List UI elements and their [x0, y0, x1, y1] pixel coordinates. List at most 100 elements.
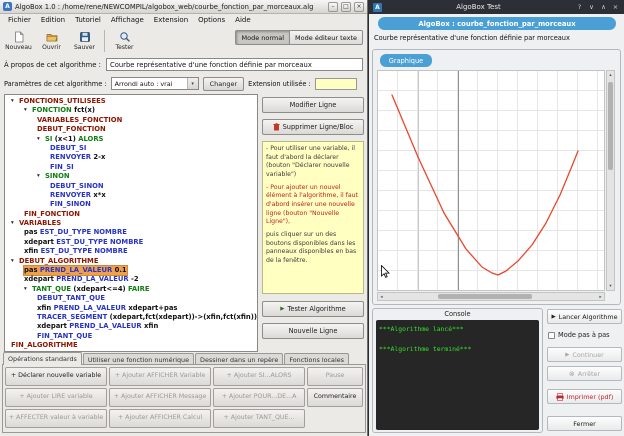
tree-row[interactable]: xdepart PREND_LA_VALEUR xfin: [7, 322, 257, 331]
vertical-scrollbar[interactable]: ▴ ▾: [606, 70, 615, 291]
tree-row[interactable]: DEBUT_TANT_QUE: [7, 294, 257, 303]
expander-icon[interactable]: ▾: [11, 219, 19, 228]
left-titlebar[interactable]: A AlgoBox 1.0 : /home/rene/NEWCOMPIL/alg…: [0, 0, 367, 14]
tree-token: ALORS: [78, 135, 103, 143]
about-input[interactable]: [106, 58, 363, 71]
mode-text-editor-button[interactable]: Mode éditeur texte: [290, 30, 363, 45]
tree-row[interactable]: xfin EST_DU_TYPE NOMBRE: [7, 247, 257, 256]
horizontal-scrollbar[interactable]: ◂ ▸: [377, 292, 605, 301]
tree-row[interactable]: ▾DEBUT_ALGORITHME: [7, 257, 257, 266]
grid-button[interactable]: + Ajouter LIRE variable: [5, 388, 107, 407]
print-pdf-button[interactable]: Imprimer (pdf): [547, 389, 622, 404]
step-mode-checkbox[interactable]: [548, 332, 555, 339]
algorithm-tree[interactable]: ▾FONCTIONS_UTILISEES▾FONCTION fct(x)VARI…: [4, 94, 258, 352]
grid-button[interactable]: + Ajouter AFFICHER Message: [109, 388, 211, 407]
tree-row[interactable]: xdepart EST_DU_TYPE NOMBRE: [7, 238, 257, 247]
tree-row[interactable]: ▾FONCTIONS_UTILISEES: [7, 97, 257, 106]
expander-icon[interactable]: ▾: [11, 97, 19, 106]
step-mode-row[interactable]: Mode pas à pas: [548, 331, 610, 339]
tree-token: PREND_LA_VALEUR: [54, 304, 129, 312]
tree-row[interactable]: DEBUT_SI: [7, 144, 257, 153]
tree-row[interactable]: xfin PREND_LA_VALEUR xdepart+pas: [7, 304, 257, 313]
scroll-up-icon[interactable]: ▴: [607, 71, 614, 79]
delete-line-button[interactable]: Supprimer Ligne/Bloc: [262, 119, 364, 135]
tree-row[interactable]: RENVOYER 2-x: [7, 153, 257, 162]
grid-button[interactable]: + Ajouter SI...ALORS: [213, 367, 305, 386]
menu-item-fichier[interactable]: Fichier: [3, 16, 36, 24]
tree-row[interactable]: FIN_SINON: [7, 200, 257, 209]
tree-row[interactable]: TRACER_SEGMENT (xdepart,fct(xdepart))->(…: [7, 313, 257, 322]
tree-row[interactable]: ▾SI (x<1) ALORS: [7, 135, 257, 144]
save-button[interactable]: Sauver: [68, 28, 101, 54]
graph-tab[interactable]: Graphique: [380, 54, 432, 67]
expander-icon[interactable]: ▾: [37, 172, 45, 181]
close-test-button[interactable]: Fermer: [547, 416, 622, 431]
tree-row[interactable]: ▾FONCTION fct(x): [7, 106, 257, 115]
tree-row[interactable]: ▾SINON: [7, 172, 257, 181]
grid-button[interactable]: + Ajouter TANT_QUE...: [213, 409, 305, 428]
close-icon[interactable]: ×: [354, 2, 364, 12]
expander-icon[interactable]: ▾: [24, 285, 32, 294]
tree-row[interactable]: FIN_TANT_QUE: [7, 332, 257, 341]
graph-canvas[interactable]: [377, 70, 605, 291]
tree-row[interactable]: ▾VARIABLES: [7, 219, 257, 228]
console-title: Console: [373, 310, 542, 318]
menu-item-tutoriel[interactable]: Tutoriel: [70, 16, 106, 24]
mode-normal-button[interactable]: Mode normal: [235, 30, 290, 45]
tree-row[interactable]: FIN_ALGORITHME: [7, 341, 257, 350]
test-button[interactable]: Tester: [108, 28, 141, 54]
right-titlebar[interactable]: A AlgoBox Test ? ∨ ∧ ×: [369, 0, 624, 14]
tree-token: x*x: [93, 191, 105, 199]
menu-item-affichage[interactable]: Affichage: [106, 16, 149, 24]
menu-item-extension[interactable]: Extension: [149, 16, 193, 24]
grid-button[interactable]: + Ajouter AFFICHER Variable: [109, 367, 211, 386]
tree-row[interactable]: VARIABLES_FONCTION: [7, 116, 257, 125]
expander-icon[interactable]: ▾: [11, 257, 19, 266]
rounding-combobox[interactable]: Arrondi auto : vrai ▾: [111, 77, 199, 90]
maximize-icon[interactable]: ∧: [599, 3, 608, 11]
tree-row[interactable]: pas EST_DU_TYPE NOMBRE: [7, 228, 257, 237]
tree-row[interactable]: xdepart PREND_LA_VALEUR -2: [7, 275, 257, 284]
tree-row[interactable]: RENVOYER x*x: [7, 191, 257, 200]
tree-row-text: TANT_QUE (xdepart<=4) FAIRE: [32, 285, 150, 294]
grid-button[interactable]: + AFFECTER valeur à variable: [5, 409, 107, 428]
tree-row[interactable]: FIN_FONCTION: [7, 210, 257, 219]
scroll-down-icon[interactable]: ▾: [607, 282, 614, 290]
tab-op-rations-standards[interactable]: Opérations standards: [3, 352, 82, 365]
tree-row[interactable]: ▾TANT_QUE (xdepart<=4) FAIRE: [7, 285, 257, 294]
tree-row[interactable]: FIN_SI: [7, 163, 257, 172]
horizontal-scrollbar-thumb[interactable]: [438, 294, 532, 299]
scroll-left-icon[interactable]: ◂: [378, 293, 385, 301]
maximize-icon[interactable]: □: [341, 2, 351, 12]
minimize-icon[interactable]: –: [328, 2, 338, 12]
tree-row[interactable]: DEBUT_SINON: [7, 182, 257, 191]
grid-button[interactable]: Pause: [307, 367, 363, 386]
new-button[interactable]: Nouveau: [2, 28, 35, 54]
scroll-right-icon[interactable]: ▸: [597, 293, 604, 301]
tree-row[interactable]: DEBUT_FONCTION: [7, 125, 257, 134]
expander-icon[interactable]: ▾: [37, 135, 45, 144]
continue-button[interactable]: ▶ Continuer: [547, 347, 622, 362]
modify-line-button[interactable]: Modifier Ligne: [262, 97, 364, 113]
run-algorithm-button[interactable]: ▶ Lancer Algorithme: [547, 309, 622, 324]
menu-item-options[interactable]: Options: [193, 16, 230, 24]
menu-item-aide[interactable]: Aide: [230, 16, 255, 24]
help-icon[interactable]: ?: [575, 3, 584, 11]
minimize-icon[interactable]: ∨: [587, 3, 596, 11]
change-button[interactable]: Changer: [203, 77, 245, 91]
grid-button[interactable]: + Ajouter POUR...DE...A: [213, 388, 305, 407]
tree-row[interactable]: pas PREND_LA_VALEUR 0.1: [7, 266, 257, 275]
extension-field[interactable]: [315, 78, 357, 90]
close-icon[interactable]: ×: [611, 3, 620, 11]
expander-icon[interactable]: ▾: [24, 106, 32, 115]
grid-button[interactable]: + Déclarer nouvelle variable: [5, 367, 107, 386]
new-line-button[interactable]: Nouvelle Ligne: [262, 323, 364, 339]
grid-button[interactable]: + Ajouter AFFICHER Calcul: [109, 409, 211, 428]
open-button[interactable]: Ouvrir: [35, 28, 68, 54]
grid-button[interactable]: Commentaire: [307, 388, 363, 407]
menu-item-edition[interactable]: Edition: [36, 16, 70, 24]
test-algorithm-button[interactable]: ▶ Tester Algorithme: [262, 301, 364, 317]
tree-row-text: DEBUT_SINON: [50, 182, 104, 191]
stop-button[interactable]: ⊗ Arrêter: [547, 366, 622, 381]
vertical-scrollbar-thumb[interactable]: [608, 82, 613, 170]
